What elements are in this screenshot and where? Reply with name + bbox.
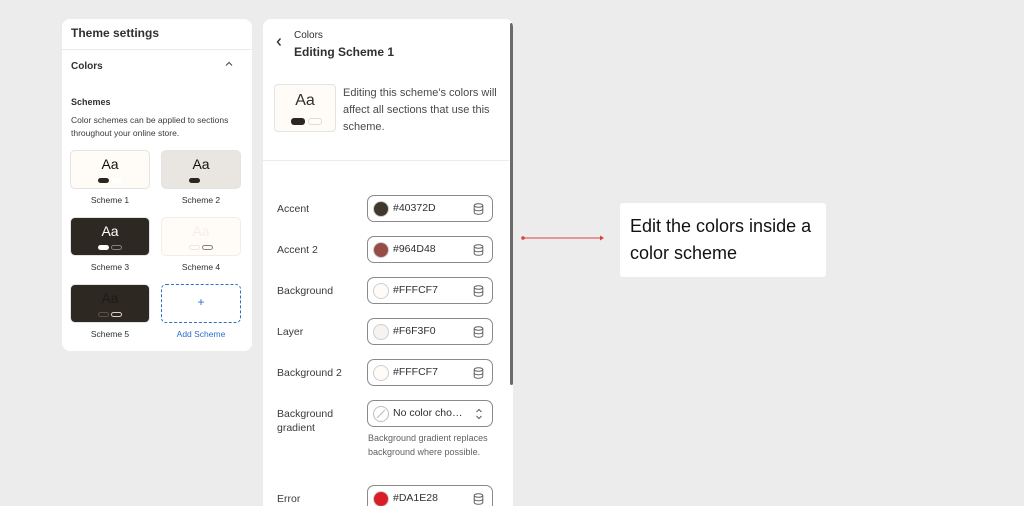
colors-section-title[interactable]: Colors xyxy=(71,61,103,72)
color-value: #40372D xyxy=(393,202,436,214)
scheme-pill-primary xyxy=(189,178,200,183)
background-2-color-field[interactable]: #FFFCF7 xyxy=(367,359,493,386)
theme-settings-panel: Theme settings Colors Schemes Color sche… xyxy=(62,19,252,351)
divider xyxy=(263,160,509,161)
scrollbar[interactable] xyxy=(510,23,513,385)
accent-color-field[interactable]: #40372D xyxy=(367,195,493,222)
database-icon[interactable] xyxy=(473,493,484,505)
scheme-label[interactable]: Scheme 2 xyxy=(161,195,241,205)
scheme-card[interactable]: Aa xyxy=(70,217,150,256)
breadcrumb[interactable]: Colors xyxy=(294,30,323,41)
background-color-field[interactable]: #FFFCF7 xyxy=(367,277,493,304)
scheme-pill-secondary xyxy=(308,118,322,125)
schemes-description: Color schemes can be applied to sections… xyxy=(71,115,229,138)
scheme-card[interactable]: Aa xyxy=(161,217,241,256)
gradient-help-text: Background gradient replaces background … xyxy=(368,433,488,457)
database-icon[interactable] xyxy=(473,285,484,297)
scheme-card[interactable]: Aa xyxy=(70,150,150,189)
chevron-left-icon[interactable] xyxy=(275,36,283,50)
color-value: #964D48 xyxy=(393,243,436,255)
color-swatch[interactable] xyxy=(373,242,389,258)
scheme-pill-secondary xyxy=(111,178,122,183)
color-swatch[interactable] xyxy=(373,283,389,299)
divider xyxy=(62,49,252,50)
color-swatch[interactable] xyxy=(373,491,389,506)
accent-2-color-field[interactable]: #964D48 xyxy=(367,236,493,263)
database-icon[interactable] xyxy=(473,203,484,215)
scheme-pill-secondary xyxy=(202,245,213,250)
edit-scheme-panel: Colors Editing Scheme 1 Aa Editing this … xyxy=(263,19,513,506)
color-swatch[interactable] xyxy=(373,324,389,340)
scheme-preview-text: Aa xyxy=(101,223,119,239)
scheme-info-text: Editing this scheme's colors will affect… xyxy=(343,87,497,133)
scheme-preview-text: Aa xyxy=(192,223,210,239)
scheme-preview-text: Aa xyxy=(101,156,119,172)
scheme-label[interactable]: Scheme 4 xyxy=(161,262,241,272)
field-label: Accent xyxy=(277,203,310,215)
add-scheme-label[interactable]: Add Scheme xyxy=(161,329,241,339)
annotation-arrow xyxy=(521,235,604,241)
background-gradient-select[interactable]: No color cho… xyxy=(367,400,493,427)
scheme-pill-secondary xyxy=(202,178,213,183)
database-icon[interactable] xyxy=(473,244,484,256)
annotation-text: Edit the colors inside a color scheme xyxy=(630,216,812,263)
scheme-pill-primary xyxy=(98,178,109,183)
field-label: Background xyxy=(277,285,334,297)
select-value: No color cho… xyxy=(393,407,463,419)
scheme-pill-primary xyxy=(98,245,109,250)
color-value: #FFFCF7 xyxy=(393,284,438,296)
select-chevrons-icon[interactable] xyxy=(474,407,484,421)
field-label: Background 2 xyxy=(277,367,342,379)
schemes-heading: Schemes xyxy=(71,97,111,107)
scheme-preview: Aa xyxy=(274,84,336,132)
database-icon[interactable] xyxy=(473,326,484,338)
layer-color-field[interactable]: #F6F3F0 xyxy=(367,318,493,345)
scheme-preview-text: Aa xyxy=(101,290,119,306)
scheme-preview-text: Aa xyxy=(295,92,315,109)
panel-title: Theme settings xyxy=(71,26,160,40)
error-color-field[interactable]: #DA1E28 xyxy=(367,485,493,506)
scheme-label[interactable]: Scheme 5 xyxy=(70,329,150,339)
no-color-swatch-icon[interactable] xyxy=(373,406,389,422)
scheme-pill-secondary xyxy=(111,312,122,317)
chevron-up-icon[interactable] xyxy=(225,60,233,71)
annotation-callout: Edit the colors inside a color scheme xyxy=(620,203,826,277)
color-value: #FFFCF7 xyxy=(393,366,438,378)
plus-icon: + xyxy=(197,295,205,309)
color-swatch[interactable] xyxy=(373,365,389,381)
scheme-label[interactable]: Scheme 3 xyxy=(70,262,150,272)
scheme-label[interactable]: Scheme 1 xyxy=(70,195,150,205)
color-value: #DA1E28 xyxy=(393,492,438,504)
color-value: #F6F3F0 xyxy=(393,325,436,337)
add-scheme-button[interactable]: + xyxy=(161,284,241,323)
scheme-pill-primary xyxy=(98,312,109,317)
scheme-card[interactable]: Aa xyxy=(161,150,241,189)
arrow-head xyxy=(600,235,604,241)
scheme-pill-primary xyxy=(189,245,200,250)
scheme-preview-text: Aa xyxy=(192,156,210,172)
color-swatch[interactable] xyxy=(373,201,389,217)
scheme-pill-primary xyxy=(291,118,305,125)
page-title: Editing Scheme 1 xyxy=(294,45,395,59)
field-label: Layer xyxy=(277,326,304,338)
scheme-pill-secondary xyxy=(111,245,122,250)
arrow-dot xyxy=(521,236,525,240)
field-label: Error xyxy=(277,493,301,505)
scheme-card[interactable]: Aa xyxy=(70,284,150,323)
field-label: Background gradient xyxy=(277,408,334,434)
database-icon[interactable] xyxy=(473,367,484,379)
field-label: Accent 2 xyxy=(277,244,318,256)
